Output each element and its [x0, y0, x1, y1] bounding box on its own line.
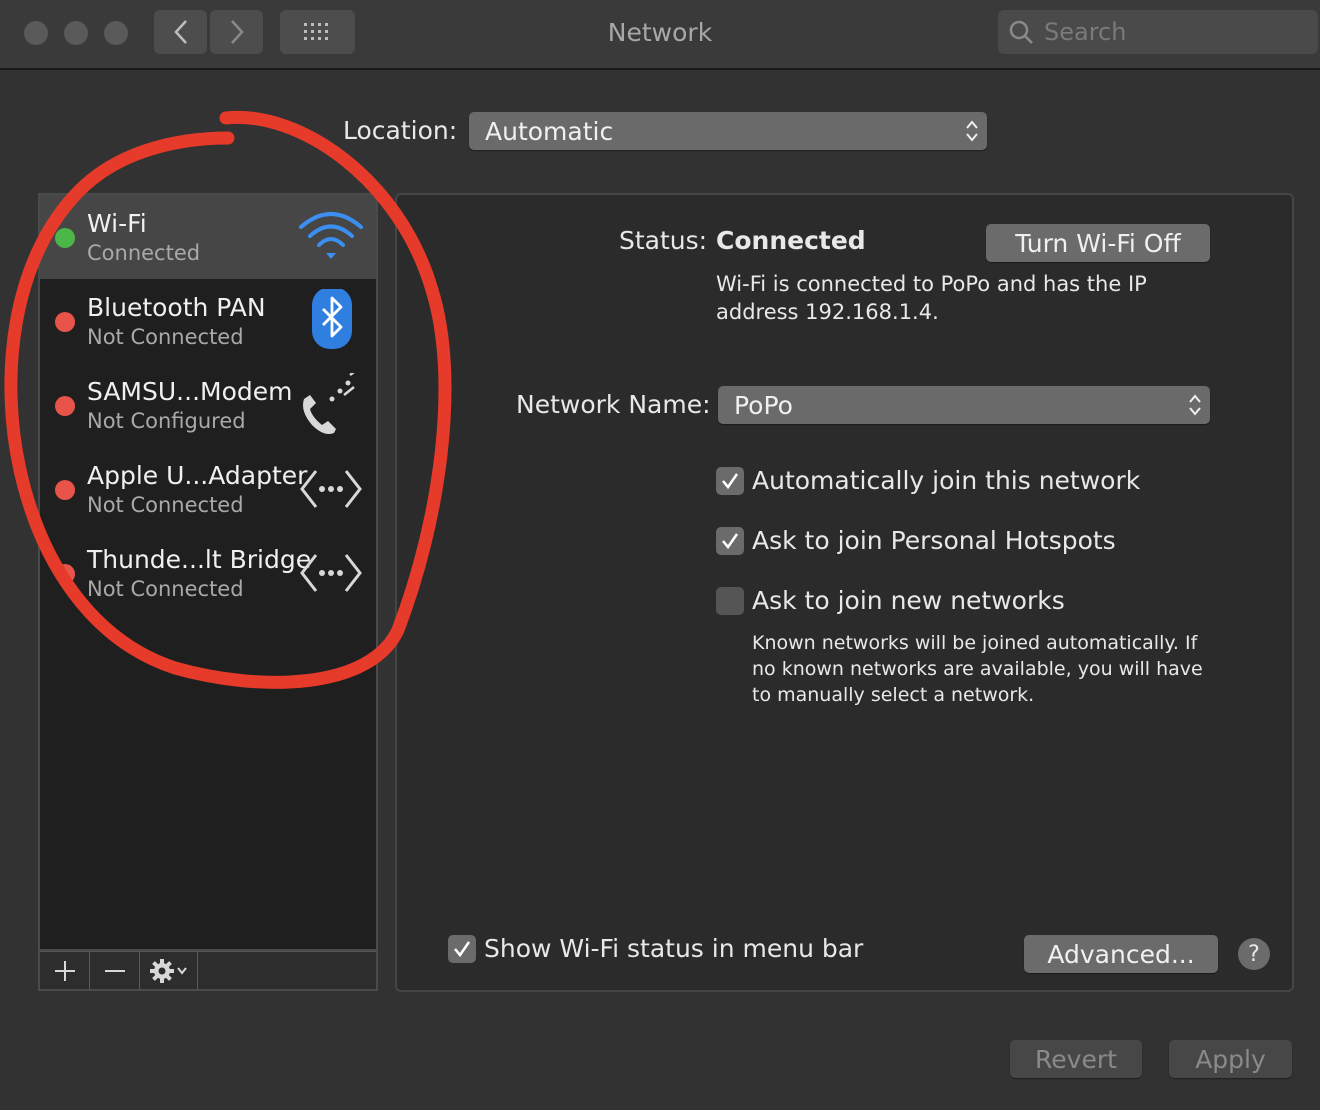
new-networks-checkbox[interactable] — [716, 587, 744, 615]
service-item-wifi[interactable]: Wi-Fi Connected — [40, 195, 376, 279]
personal-hotspots-label: Ask to join Personal Hotspots — [752, 526, 1116, 555]
service-name: SAMSU...Modem — [87, 377, 293, 406]
help-button[interactable]: ? — [1238, 938, 1270, 970]
status-dot — [55, 480, 75, 500]
status-dot — [55, 312, 75, 332]
service-status: Not Connected — [87, 577, 244, 601]
ethernet-icon — [300, 554, 362, 592]
add-service-button[interactable] — [40, 952, 90, 990]
search-icon — [1009, 20, 1033, 44]
service-status: Not Connected — [87, 325, 244, 349]
network-name-label: Network Name: — [516, 390, 711, 419]
location-popup[interactable]: Automatic — [469, 112, 987, 150]
personal-hotspots-checkbox[interactable] — [716, 527, 744, 555]
apply-button[interactable]: Apply — [1169, 1040, 1292, 1078]
join-note: Known networks will be joined automatica… — [752, 632, 1203, 706]
service-actions-button[interactable] — [140, 952, 198, 990]
location-label: Location: — [343, 116, 458, 145]
phone-icon — [303, 373, 355, 434]
service-name: Thunde...lt Bridge — [87, 545, 312, 574]
turn-wifi-off-button[interactable]: Turn Wi-Fi Off — [986, 224, 1210, 262]
plus-icon — [54, 961, 75, 981]
title-bar: Network Search — [0, 0, 1320, 70]
status-dot — [55, 564, 75, 584]
service-name: Bluetooth PAN — [87, 293, 266, 322]
network-name-popup[interactable]: PoPo — [718, 386, 1210, 424]
advanced-button[interactable]: Advanced... — [1024, 935, 1218, 973]
wifi-icon — [299, 212, 363, 259]
checkmark-icon — [722, 533, 739, 550]
status-dot — [55, 396, 75, 416]
updown-arrows-icon — [966, 120, 978, 142]
service-item-bluetooth-pan[interactable]: Bluetooth PAN Not Connected — [40, 279, 376, 363]
service-name: Wi-Fi — [87, 209, 147, 238]
show-status-checkbox[interactable] — [448, 935, 476, 963]
service-list-toolbar — [38, 951, 378, 991]
network-name-value: PoPo — [734, 390, 793, 420]
gear-icon — [149, 959, 187, 983]
remove-service-button[interactable] — [90, 952, 140, 990]
status-info: Wi-Fi is connected to PoPo and has the I… — [716, 272, 1147, 324]
service-status: Not Configured — [87, 409, 246, 433]
new-networks-label: Ask to join new networks — [752, 586, 1065, 615]
auto-join-checkbox[interactable] — [716, 467, 744, 495]
auto-join-label: Automatically join this network — [752, 466, 1141, 495]
show-status-label: Show Wi-Fi status in menu bar — [484, 934, 864, 963]
status-dot — [55, 228, 75, 248]
updown-arrows-icon — [1189, 394, 1201, 416]
minus-icon — [104, 970, 125, 972]
service-item-thunderbolt-bridge[interactable]: Thunde...lt Bridge Not Connected — [40, 531, 376, 615]
bluetooth-icon — [312, 289, 352, 349]
service-name: Apple U...Adapter — [87, 461, 308, 490]
search-field[interactable]: Search — [998, 10, 1318, 54]
service-status: Connected — [87, 241, 201, 265]
checkmark-icon — [454, 941, 471, 958]
status-label: Status: — [619, 226, 708, 255]
status-value: Connected — [716, 226, 866, 255]
location-value: Automatic — [485, 116, 614, 146]
ethernet-icon — [300, 470, 362, 508]
service-list: Wi-Fi Connected Bluetooth PAN Not Connec… — [38, 193, 378, 951]
checkmark-icon — [722, 473, 739, 490]
search-placeholder: Search — [1044, 18, 1127, 46]
service-status: Not Connected — [87, 493, 244, 517]
service-item-samsung-modem[interactable]: SAMSU...Modem Not Configured — [40, 363, 376, 447]
service-item-usb-adapter[interactable]: Apple U...Adapter Not Connected — [40, 447, 376, 531]
revert-button[interactable]: Revert — [1010, 1040, 1142, 1078]
